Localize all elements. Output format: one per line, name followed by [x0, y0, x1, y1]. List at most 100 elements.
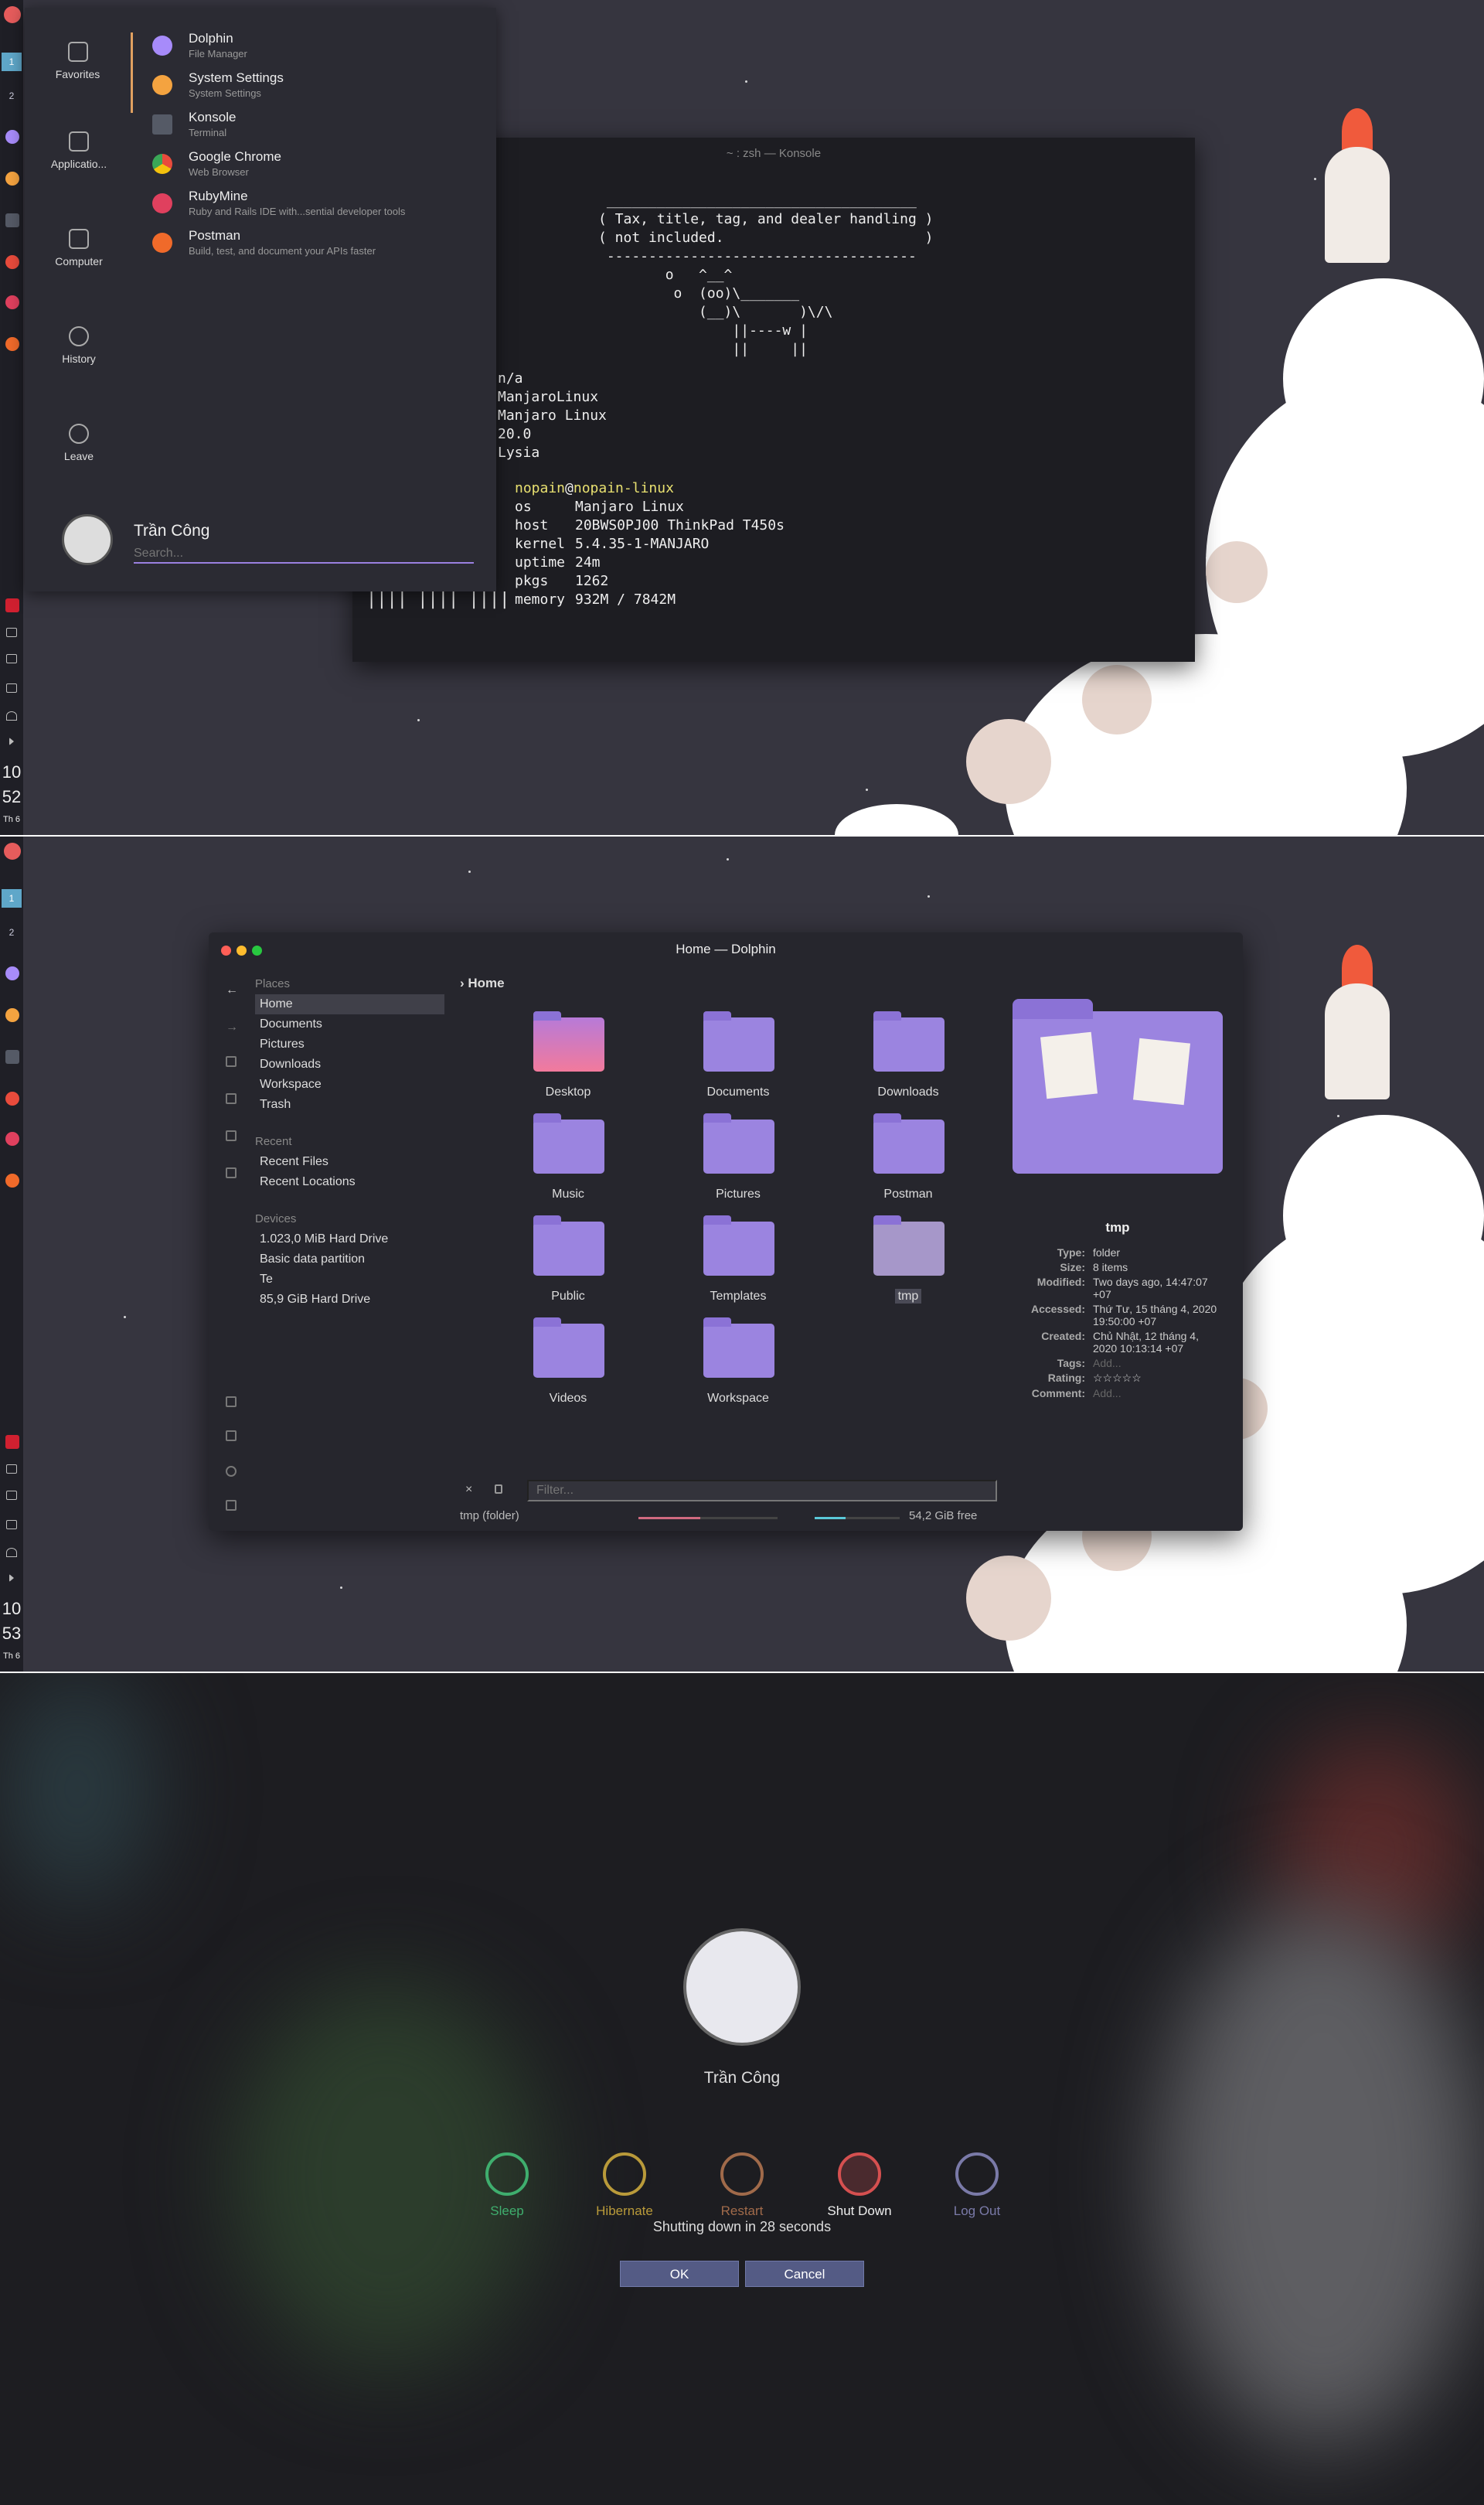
- workspace-2[interactable]: 2: [2, 923, 22, 942]
- restart-button[interactable]: Restart: [696, 2152, 788, 2219]
- folder-tmp[interactable]: tmp: [835, 1215, 982, 1322]
- place-trash[interactable]: Trash: [255, 1095, 444, 1115]
- lock-icon[interactable]: [495, 1484, 502, 1494]
- volume-icon[interactable]: [6, 1491, 17, 1500]
- filter-input[interactable]: [527, 1480, 997, 1501]
- nav-favorites[interactable]: Favorites: [25, 32, 133, 113]
- icon-view-icon[interactable]: [226, 1056, 237, 1067]
- vivaldi-tray-icon[interactable]: [5, 1435, 19, 1449]
- device-item[interactable]: Te: [255, 1270, 444, 1290]
- recent-files[interactable]: Recent Files: [255, 1152, 444, 1172]
- folder-public[interactable]: Public: [495, 1215, 642, 1322]
- folder-videos[interactable]: Videos: [495, 1317, 642, 1424]
- launcher-app-rubymine[interactable]: RubyMine Ruby and Rails IDE with...sentia…: [148, 187, 488, 227]
- search-input[interactable]: [134, 545, 474, 564]
- comment-add-link[interactable]: Add...: [1093, 1387, 1223, 1399]
- chrome-dock-icon[interactable]: [5, 1092, 19, 1106]
- device-item[interactable]: 1.023,0 MiB Hard Drive: [255, 1229, 444, 1249]
- folder-music[interactable]: Music: [495, 1113, 642, 1220]
- dolphin-window[interactable]: Home — Dolphin ← → Places Home Documents…: [209, 932, 1243, 1531]
- zoom-slider-track[interactable]: [700, 1517, 778, 1519]
- workspace-1[interactable]: 1: [2, 53, 22, 71]
- folder-downloads[interactable]: Downloads: [835, 1011, 982, 1118]
- shutdown-button[interactable]: Shut Down: [813, 2152, 906, 2219]
- clock-hour[interactable]: 10: [0, 1599, 23, 1619]
- launcher-app-konsole[interactable]: Konsole Terminal: [148, 108, 488, 148]
- logout-button[interactable]: Log Out: [931, 2152, 1023, 2219]
- workspace-1[interactable]: 1: [2, 889, 22, 908]
- folder-desktop[interactable]: Desktop: [495, 1011, 642, 1118]
- folder-pictures[interactable]: Pictures: [665, 1113, 812, 1220]
- details-view-icon[interactable]: [226, 1093, 237, 1104]
- compact-view-icon[interactable]: [226, 1130, 237, 1141]
- settings-dock-icon[interactable]: [5, 1008, 19, 1022]
- nav-applications[interactable]: Applicatio...: [25, 131, 133, 170]
- breadcrumb[interactable]: › Home: [460, 976, 505, 991]
- nav-leave[interactable]: Leave: [25, 424, 133, 462]
- place-documents[interactable]: Documents: [255, 1014, 444, 1034]
- place-home[interactable]: Home: [255, 994, 444, 1014]
- sleep-button[interactable]: Sleep: [461, 2152, 553, 2219]
- tags-add-link[interactable]: Add...: [1093, 1357, 1223, 1369]
- sort-icon[interactable]: [226, 1167, 237, 1178]
- expand-tray-icon[interactable]: [9, 1574, 18, 1582]
- postman-dock-icon[interactable]: [5, 337, 19, 351]
- recent-locations[interactable]: Recent Locations: [255, 1172, 444, 1192]
- ok-button[interactable]: OK: [620, 2261, 739, 2287]
- application-launcher[interactable]: Favorites Applicatio... Computer History…: [25, 8, 496, 591]
- place-pictures[interactable]: Pictures: [255, 1034, 444, 1055]
- clipboard-icon[interactable]: [6, 628, 17, 637]
- chrome-dock-icon[interactable]: [5, 255, 19, 269]
- postman-dock-icon[interactable]: [5, 1174, 19, 1188]
- place-downloads[interactable]: Downloads: [255, 1055, 444, 1075]
- rating-stars[interactable]: ☆☆☆☆☆: [1093, 1372, 1223, 1385]
- clock-hour[interactable]: 10: [0, 762, 23, 782]
- place-workspace[interactable]: Workspace: [255, 1075, 444, 1095]
- terminal-panel-icon[interactable]: [226, 1396, 237, 1407]
- nav-computer[interactable]: Computer: [25, 229, 133, 268]
- maximize-window-button[interactable]: [252, 946, 262, 956]
- close-filter-icon[interactable]: ×: [465, 1483, 472, 1497]
- launcher-app-system-settings[interactable]: System Settings System Settings: [148, 69, 488, 108]
- back-icon[interactable]: ←: [226, 983, 238, 997]
- nav-history[interactable]: History: [25, 326, 133, 365]
- volume-icon[interactable]: [6, 654, 17, 663]
- hibernate-button[interactable]: Hibernate: [578, 2152, 671, 2219]
- launcher-app-dolphin[interactable]: Dolphin File Manager: [148, 29, 488, 69]
- search-icon[interactable]: [226, 1466, 237, 1477]
- folder-workspace[interactable]: Workspace: [665, 1317, 812, 1424]
- folder-documents[interactable]: Documents: [665, 1011, 812, 1118]
- rubymine-dock-icon[interactable]: [5, 1132, 19, 1146]
- folder-postman[interactable]: Postman: [835, 1113, 982, 1220]
- clipboard-icon[interactable]: [6, 1464, 17, 1474]
- device-item[interactable]: Basic data partition: [255, 1249, 444, 1270]
- forward-icon[interactable]: →: [226, 1021, 238, 1034]
- launcher-app-chrome[interactable]: Google Chrome Web Browser: [148, 148, 488, 187]
- minimize-window-button[interactable]: [237, 946, 247, 956]
- dolphin-dock-icon[interactable]: [5, 966, 19, 980]
- vampire-logo-icon[interactable]: [4, 6, 21, 23]
- clock-minute[interactable]: 53: [0, 1624, 23, 1644]
- vampire-logo-icon[interactable]: [4, 843, 21, 860]
- konsole-dock-icon[interactable]: [5, 213, 19, 227]
- clock-minute[interactable]: 52: [0, 787, 23, 807]
- close-window-button[interactable]: [221, 946, 231, 956]
- dolphin-dock-icon[interactable]: [5, 130, 19, 144]
- cancel-button[interactable]: Cancel: [745, 2261, 864, 2287]
- avatar[interactable]: [62, 514, 113, 565]
- vivaldi-tray-icon[interactable]: [5, 598, 19, 612]
- settings-dock-icon[interactable]: [5, 172, 19, 186]
- folder-templates[interactable]: Templates: [665, 1215, 812, 1322]
- workspace-2[interactable]: 2: [2, 87, 22, 105]
- konsole-dock-icon[interactable]: [5, 1050, 19, 1064]
- battery-icon[interactable]: [6, 1520, 17, 1529]
- menu-icon[interactable]: [226, 1500, 237, 1511]
- device-item[interactable]: 85,9 GiB Hard Drive: [255, 1290, 444, 1310]
- breadcrumb-home[interactable]: Home: [468, 976, 504, 990]
- battery-icon[interactable]: [6, 683, 17, 693]
- expand-tray-icon[interactable]: [9, 738, 18, 745]
- launcher-app-postman[interactable]: Postman Build, test, and document your AP…: [148, 227, 488, 266]
- wifi-icon[interactable]: [6, 1548, 17, 1557]
- rubymine-dock-icon[interactable]: [5, 295, 19, 309]
- split-view-icon[interactable]: [226, 1430, 237, 1441]
